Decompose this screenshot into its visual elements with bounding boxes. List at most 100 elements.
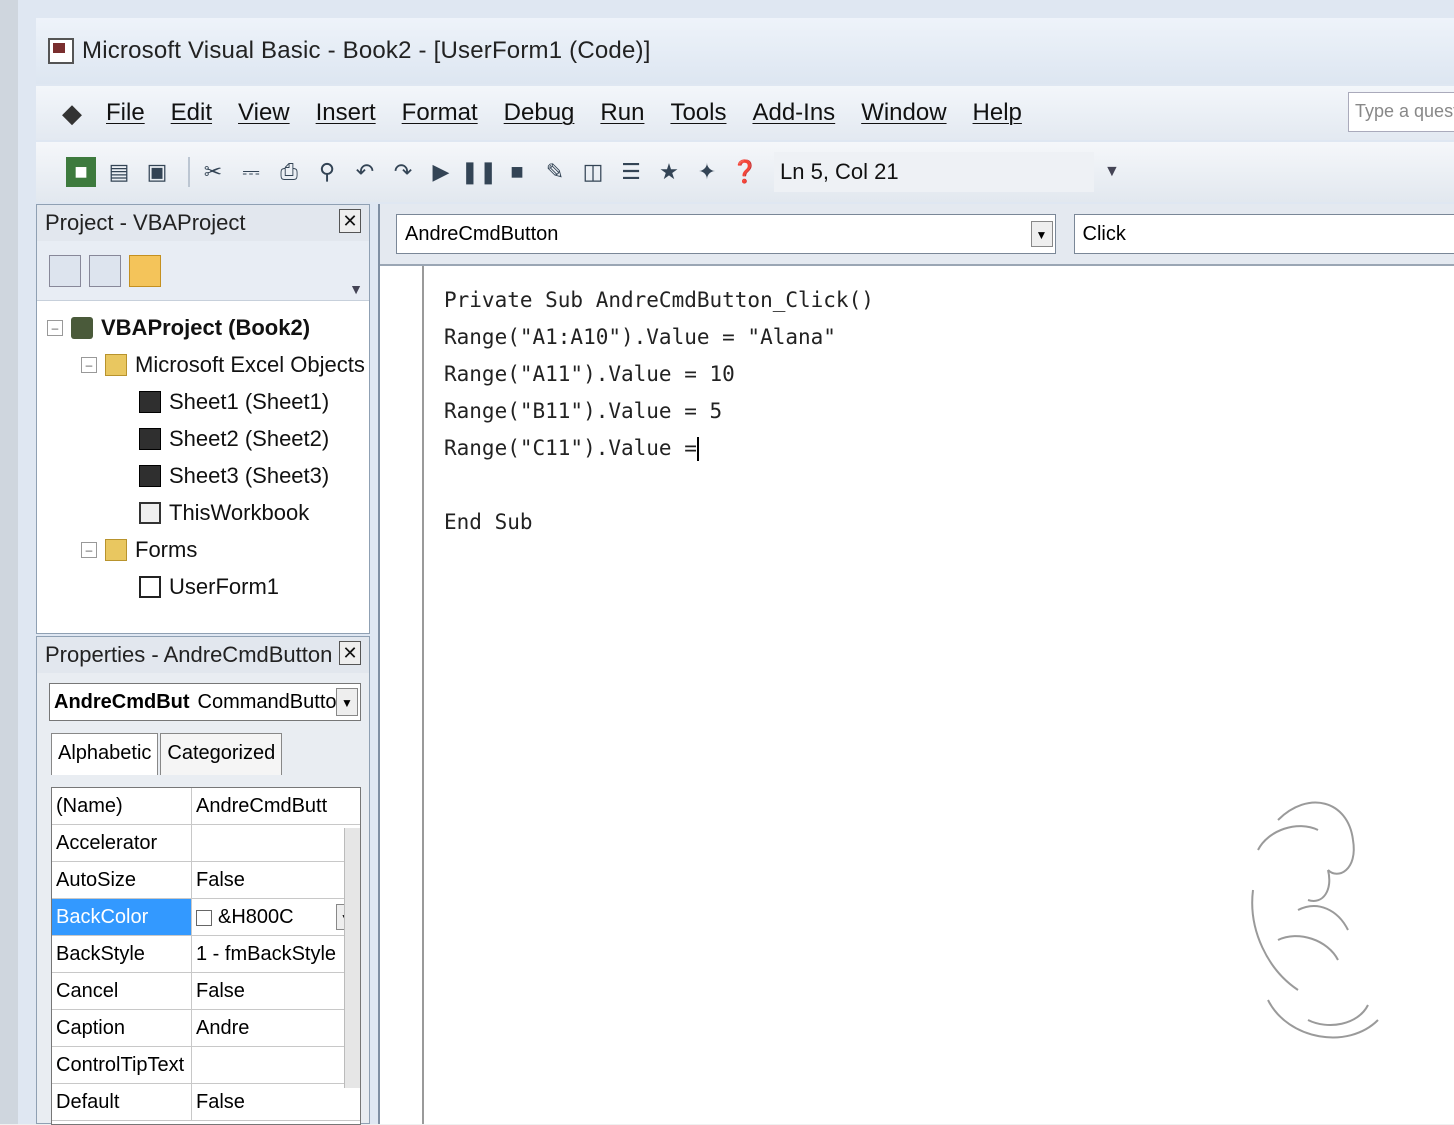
toggle-folders-icon[interactable] <box>129 255 161 287</box>
project-toolbar: ▼ <box>37 241 369 301</box>
code-line-current[interactable]: Range("C11").Value = <box>444 430 874 467</box>
close-icon[interactable]: ✕ <box>339 641 361 665</box>
tree-item-forms[interactable]: – Forms <box>47 531 369 568</box>
title-bar: Microsoft Visual Basic - Book2 - [UserFo… <box>36 18 1454 84</box>
menu-file[interactable]: File <box>106 99 145 127</box>
menu-format[interactable]: Format <box>402 99 478 127</box>
tab-categorized[interactable]: Categorized <box>160 733 282 775</box>
toolbox-icon[interactable]: ✦ <box>692 157 722 187</box>
chevron-down-icon[interactable]: ▼ <box>336 688 358 716</box>
paste-icon[interactable]: ⎙ <box>274 157 304 187</box>
code-line[interactable]: Range("B11").Value = 5 <box>444 393 874 430</box>
property-value[interactable]: False <box>192 973 360 1009</box>
property-row[interactable]: AutoSize False <box>52 862 360 899</box>
properties-window-icon[interactable]: ☰ <box>616 157 646 187</box>
property-name: Caption <box>52 1010 192 1046</box>
menu-insert[interactable]: Insert <box>316 99 376 127</box>
property-name: BackStyle <box>52 936 192 972</box>
menu-run[interactable]: Run <box>600 99 644 127</box>
object-combo[interactable]: AndreCmdButton ▼ <box>396 214 1056 254</box>
vbe-window: Microsoft Visual Basic - Book2 - [UserFo… <box>0 0 1454 1124</box>
collapse-icon[interactable]: – <box>81 542 97 558</box>
menu-edit[interactable]: Edit <box>171 99 212 127</box>
tree-item-sheet2[interactable]: Sheet2 (Sheet2) <box>47 420 369 457</box>
property-value[interactable]: False <box>192 862 360 898</box>
menu-tools[interactable]: Tools <box>670 99 726 127</box>
toolbar-separator <box>188 157 190 187</box>
project-explorer-icon[interactable]: ◫ <box>578 157 608 187</box>
property-value[interactable] <box>192 825 360 861</box>
property-value[interactable]: False <box>192 1084 360 1120</box>
tab-alphabetic[interactable]: Alphabetic <box>51 733 158 775</box>
toolbar-options-icon[interactable]: ▼ <box>1104 163 1120 181</box>
property-row[interactable]: BackStyle 1 - fmBackStyle <box>52 936 360 973</box>
chevron-down-icon[interactable]: ▼ <box>1031 221 1053 247</box>
object-browser-icon[interactable]: ★ <box>654 157 684 187</box>
properties-scrollbar[interactable] <box>344 828 360 1088</box>
property-value-color[interactable]: &H800C ▼ <box>192 899 360 935</box>
collapse-icon[interactable]: – <box>47 320 63 336</box>
property-value[interactable]: Andre <box>192 1010 360 1046</box>
tree-item-vbaproject[interactable]: – VBAProject (Book2) <box>47 309 369 346</box>
property-value[interactable]: 1 - fmBackStyle <box>192 936 360 972</box>
menu-add-ins[interactable]: Add-Ins <box>752 99 835 127</box>
break-icon[interactable]: ❚❚ <box>464 157 494 187</box>
tree-item-label: Sheet3 (Sheet3) <box>169 463 329 489</box>
code-line[interactable]: Private Sub AndreCmdButton_Click() <box>444 282 874 319</box>
view-code-icon[interactable] <box>49 255 81 287</box>
reset-icon[interactable]: ■ <box>502 157 532 187</box>
property-row[interactable]: Cancel False <box>52 973 360 1010</box>
code-lines[interactable]: Private Sub AndreCmdButton_Click() Range… <box>444 282 874 541</box>
folder-icon <box>105 354 127 376</box>
insert-userform-icon[interactable]: ▤ <box>104 157 134 187</box>
property-row[interactable]: Caption Andre <box>52 1010 360 1047</box>
cut-icon[interactable]: ✂ <box>198 157 228 187</box>
help-icon[interactable]: ❓ <box>730 157 760 187</box>
tree-item-sheet3[interactable]: Sheet3 (Sheet3) <box>47 457 369 494</box>
property-row[interactable]: (Name) AndreCmdButt <box>52 788 360 825</box>
vba-menu-icon[interactable]: ◆ <box>62 98 92 128</box>
property-row[interactable]: Default False <box>52 1084 360 1121</box>
tree-item-sheet1[interactable]: Sheet1 (Sheet1) <box>47 383 369 420</box>
code-line[interactable]: Range("A1:A10").Value = "Alana" <box>444 319 874 356</box>
menu-help[interactable]: Help <box>973 99 1022 127</box>
tree-item-label: Microsoft Excel Objects <box>135 352 365 378</box>
help-search-input[interactable]: Type a question <box>1348 92 1454 132</box>
procedure-combo[interactable]: Click <box>1074 214 1454 254</box>
code-line[interactable]: End Sub <box>444 504 874 541</box>
tree-item-thisworkbook[interactable]: ThisWorkbook <box>47 494 369 531</box>
property-value[interactable]: AndreCmdButt <box>192 788 360 824</box>
property-row[interactable]: Accelerator <box>52 825 360 862</box>
menu-debug[interactable]: Debug <box>504 99 575 127</box>
tree-item-excel-objects[interactable]: – Microsoft Excel Objects <box>47 346 369 383</box>
find-icon[interactable]: ⚲ <box>312 157 342 187</box>
undo-icon[interactable]: ↶ <box>350 157 380 187</box>
code-line[interactable] <box>444 467 874 504</box>
collapse-icon[interactable]: – <box>81 357 97 373</box>
property-row-selected[interactable]: BackColor &H800C ▼ <box>52 899 360 936</box>
tree-item-userform1[interactable]: UserForm1 <box>47 568 369 605</box>
property-row[interactable]: ControlTipText <box>52 1047 360 1084</box>
properties-title: Properties - AndreCmdButton <box>45 642 332 668</box>
run-icon[interactable]: ▶ <box>426 157 456 187</box>
code-margin[interactable] <box>380 266 424 1124</box>
menu-window[interactable]: Window <box>861 99 946 127</box>
project-explorer: Project - VBAProject ✕ ▼ – VBAProject (B… <box>36 204 370 634</box>
view-object-icon[interactable] <box>89 255 121 287</box>
redo-icon[interactable]: ↷ <box>388 157 418 187</box>
menu-view[interactable]: View <box>238 99 290 127</box>
property-name: (Name) <box>52 788 192 824</box>
code-line[interactable]: Range("A11").Value = 10 <box>444 356 874 393</box>
object-select[interactable]: AndreCmdBut CommandButto ▼ <box>49 683 361 721</box>
procedure-combo-value: Click <box>1083 223 1126 246</box>
view-excel-icon[interactable]: ■ <box>66 157 96 187</box>
design-mode-icon[interactable]: ✎ <box>540 157 570 187</box>
property-name: Default <box>52 1084 192 1120</box>
tree-item-label: Forms <box>135 537 197 563</box>
property-value[interactable] <box>192 1047 360 1083</box>
chevron-down-icon[interactable]: ▼ <box>349 281 363 297</box>
vba-project-icon <box>71 317 93 339</box>
copy-icon[interactable]: ⎓ <box>236 157 266 187</box>
save-icon[interactable]: ▣ <box>142 157 172 187</box>
close-icon[interactable]: ✕ <box>339 209 361 233</box>
